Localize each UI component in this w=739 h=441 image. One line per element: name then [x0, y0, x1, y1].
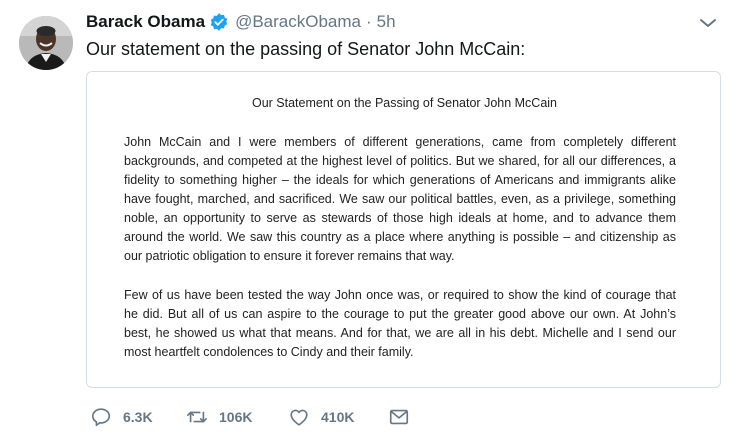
envelope-icon — [389, 409, 409, 425]
reply-icon — [91, 408, 111, 427]
tweet-text: Our statement on the passing of Senator … — [86, 39, 526, 59]
chevron-down-icon[interactable] — [697, 14, 719, 32]
statement-paragraph: John McCain and I were members of differ… — [124, 135, 676, 263]
timestamp[interactable]: 5h — [377, 12, 396, 32]
statement-paragraph: Few of us have been tested the way John … — [124, 288, 676, 359]
retweet-button[interactable]: 106K — [186, 405, 252, 429]
heart-icon — [290, 409, 308, 426]
retweet-icon — [187, 411, 207, 423]
profile-photo-icon — [19, 16, 73, 70]
display-name[interactable]: Barack Obama — [86, 12, 205, 32]
verified-badge-icon — [209, 12, 229, 32]
avatar[interactable] — [19, 16, 73, 70]
like-count: 410K — [321, 409, 355, 425]
reply-button[interactable]: 6.3K — [90, 405, 153, 429]
separator-dot: · — [366, 12, 372, 31]
statement-image[interactable]: Our Statement on the Passing of Senator … — [86, 71, 721, 388]
statement-title: Our Statement on the Passing of Senator … — [251, 96, 558, 110]
reply-count: 6.3K — [123, 409, 153, 425]
retweet-count: 106K — [219, 409, 253, 425]
tweet: Barack Obama @BarackObama · 5h Our state… — [0, 0, 739, 441]
tweet-header: Barack Obama @BarackObama · 5h — [86, 10, 396, 34]
handle[interactable]: @BarackObama — [235, 12, 361, 32]
like-button[interactable]: 410K — [288, 405, 354, 429]
direct-message-button[interactable] — [388, 405, 410, 429]
